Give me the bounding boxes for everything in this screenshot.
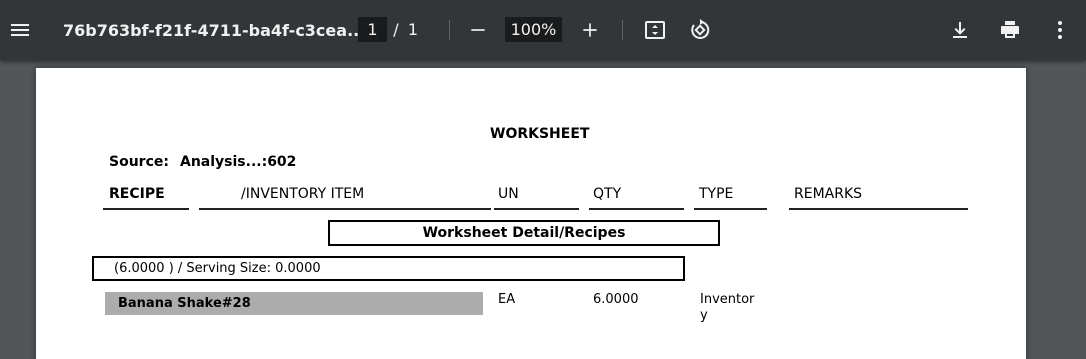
toolbar-divider [449, 20, 450, 40]
rotate-button[interactable] [684, 14, 716, 46]
serving-size-text: (6.0000 ) / Serving Size: 0.0000 [114, 261, 321, 276]
download-button[interactable] [944, 14, 976, 46]
column-underline [103, 208, 189, 210]
print-button[interactable] [994, 14, 1026, 46]
zoom-in-button[interactable] [574, 14, 606, 46]
column-underline [199, 208, 491, 210]
column-header-type: TYPE [699, 186, 734, 202]
toolbar-divider [622, 20, 623, 40]
column-underline [789, 208, 968, 210]
menu-icon [11, 24, 29, 36]
more-vert-icon [1058, 21, 1062, 39]
recipe-name: Banana Shake#28 [118, 296, 251, 311]
page-separator: / [393, 20, 399, 39]
pdf-page: WORKSHEET Source: Analysis...:602 RECIPE… [36, 68, 1026, 359]
recipe-qty: 6.0000 [593, 292, 639, 307]
recipe-type: Inventor [700, 292, 755, 307]
column-header-remarks: REMARKS [794, 186, 863, 202]
column-header-inventory-item: /INVENTORY ITEM [241, 186, 365, 202]
source-label: Source: [109, 154, 169, 170]
zoom-level-input[interactable]: 100% [505, 17, 562, 42]
download-icon [953, 22, 967, 38]
page-total: 1 [407, 20, 419, 39]
document-title: 76b763bf-f21f-4711-ba4f-c3cea... [63, 20, 366, 40]
pdf-toolbar: 76b763bf-f21f-4711-ba4f-c3cea... 1 / 1 1… [0, 0, 1086, 60]
zoom-out-icon [471, 29, 485, 31]
column-header-recipe: RECIPE [109, 186, 165, 202]
more-options-button[interactable] [1044, 14, 1076, 46]
worksheet-heading: WORKSHEET [490, 126, 590, 142]
menu-button[interactable] [4, 14, 36, 46]
column-underline [694, 208, 767, 210]
column-header-qty: QTY [593, 186, 622, 202]
fit-page-button[interactable] [639, 14, 671, 46]
rotate-icon [691, 19, 710, 39]
column-underline [589, 208, 684, 210]
column-underline [494, 208, 579, 210]
recipe-unit: EA [498, 292, 516, 307]
source-value: Analysis...:602 [180, 154, 297, 170]
zoom-in-icon [583, 23, 597, 37]
fit-page-icon [645, 21, 665, 39]
column-header-un: UN [498, 186, 519, 202]
recipe-type-wrap: y [700, 308, 708, 323]
zoom-out-button[interactable] [462, 14, 494, 46]
print-icon [1001, 21, 1019, 38]
section-title: Worksheet Detail/Recipes [422, 225, 626, 241]
page-number-input[interactable]: 1 [358, 17, 387, 42]
